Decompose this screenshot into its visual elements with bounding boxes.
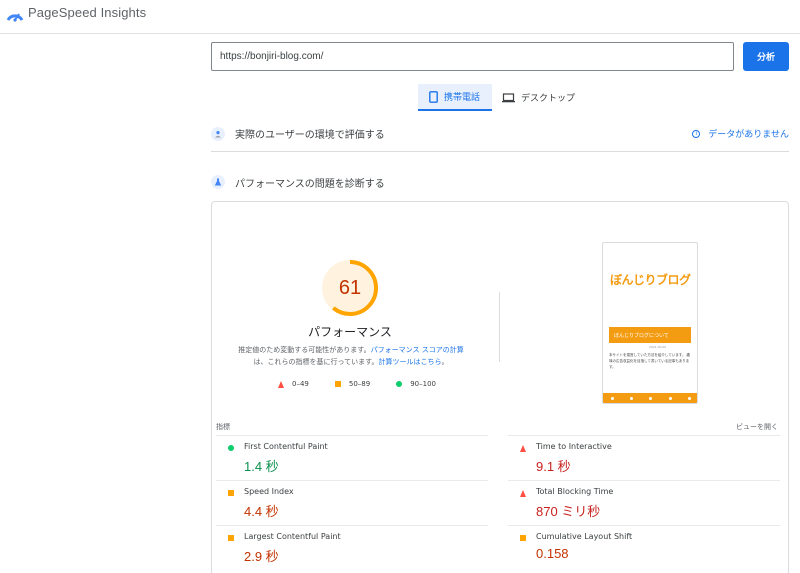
circle-icon [396,381,403,387]
square-icon [334,381,341,387]
legend-poor-range: 0–49 [292,380,309,388]
app-header: PageSpeed Insights [0,0,800,34]
score-description: 推定値のため変動する可能性があります。パフォーマンス スコアの計算 は、これらの… [222,344,480,368]
metric-value: 870 ミリ秒 [536,504,601,519]
performance-panel: 61 パフォーマンス 推定値のため変動する可能性があります。パフォーマンス スコ… [211,201,789,573]
metric-name: Total Blocking Time [536,487,614,496]
square-icon [520,535,526,541]
metric-name: Speed Index [244,487,294,496]
desc-text-2: は、これらの指標を基に行っています。 [253,358,379,366]
phone-icon [429,90,438,103]
laptop-icon [502,92,515,102]
metric-name: Time to Interactive [536,442,612,451]
expand-view-toggle[interactable]: ビューを開く [736,422,778,432]
metric-fcp: First Contentful Paint 1.4 秒 [216,435,488,480]
triangle-icon [520,490,526,497]
score-calc-link[interactable]: パフォーマンス スコアの計算 [371,346,464,354]
tab-mobile[interactable]: 携帯電話 [418,84,492,111]
metric-value: 2.9 秒 [244,549,279,564]
url-input[interactable] [211,42,734,71]
legend-good: 90–100 [396,380,436,388]
performance-label: パフォーマンス [308,325,392,339]
metric-value: 0.158 [536,546,569,561]
no-data-label: データがありません [708,130,789,140]
tab-desktop-label: デスクトップ [521,94,576,104]
desc-text-1: 推定値のため変動する可能性があります。 [238,346,371,354]
calculator-link[interactable]: 計算ツールはこちら [378,358,441,366]
metrics-header: 指標 ビューを開く [216,422,786,432]
metric-name: First Contentful Paint [244,442,328,451]
tab-mobile-label: 携帯電話 [444,93,481,103]
metrics-heading: 指標 [216,423,230,431]
metric-value: 9.1 秒 [536,459,571,474]
triangle-icon [520,445,526,452]
score-legend: 0–49 50–89 90–100 [278,380,462,388]
lab-section-title: パフォーマンスの問題を診断する [235,178,385,190]
lab-data-section: パフォーマンスの問題を診断する [211,170,789,194]
field-section-title: 実際のユーザーの環境で評価する [235,130,385,141]
tab-desktop[interactable]: デスクトップ [499,84,589,111]
page-screenshot-thumbnail: ぼんじりブログ ぼんじりブログについて 2021.00.00 本サイトを運営して… [602,242,698,404]
pagespeed-logo-icon[interactable] [6,6,24,22]
thumbnail-banner: ぼんじりブログについて [609,327,691,343]
legend-average: 50–89 [334,380,371,388]
thumbnail-bottom-bar [603,393,697,403]
metric-value: 4.4 秒 [244,504,279,519]
thumbnail-text: 本サイトを運営していた方法を紹介しています。 趣味の広告収益化を目指して書いてい… [609,353,691,369]
triangle-icon [278,380,284,388]
analyze-button[interactable]: 分析 [743,42,789,71]
vertical-divider [499,292,500,362]
info-icon: i [692,129,701,138]
metric-speed-index: Speed Index 4.4 秒 [216,480,488,525]
legend-average-range: 50–89 [348,380,371,388]
performance-score: 61 [338,277,362,299]
legend-poor: 0–49 [278,380,309,388]
flask-icon [211,175,225,189]
metric-name: Cumulative Layout Shift [536,532,633,541]
metric-value: 1.4 秒 [244,459,279,474]
metric-tbt: Total Blocking Time 870 ミリ秒 [508,480,780,525]
brand-title[interactable]: PageSpeed Insights [28,5,146,20]
metric-name: Largest Contentful Paint [244,532,341,541]
circle-icon [228,445,234,451]
desc-end: 。 [441,358,449,366]
no-data-notice[interactable]: i データがありません [692,127,789,140]
metric-cls: Cumulative Layout Shift 0.158 [508,525,780,570]
thumbnail-logo: ぼんじりブログ [610,273,691,287]
square-icon [228,490,234,496]
metric-tti: Time to Interactive 9.1 秒 [508,435,780,480]
legend-good-range: 90–100 [410,380,436,388]
field-data-section[interactable]: 実際のユーザーの環境で評価する i データがありません [211,122,789,152]
thumbnail-date: 2021.00.00 [649,345,667,349]
metric-lcp: Largest Contentful Paint 2.9 秒 [216,525,488,570]
square-icon [228,535,234,541]
users-icon [211,126,225,141]
